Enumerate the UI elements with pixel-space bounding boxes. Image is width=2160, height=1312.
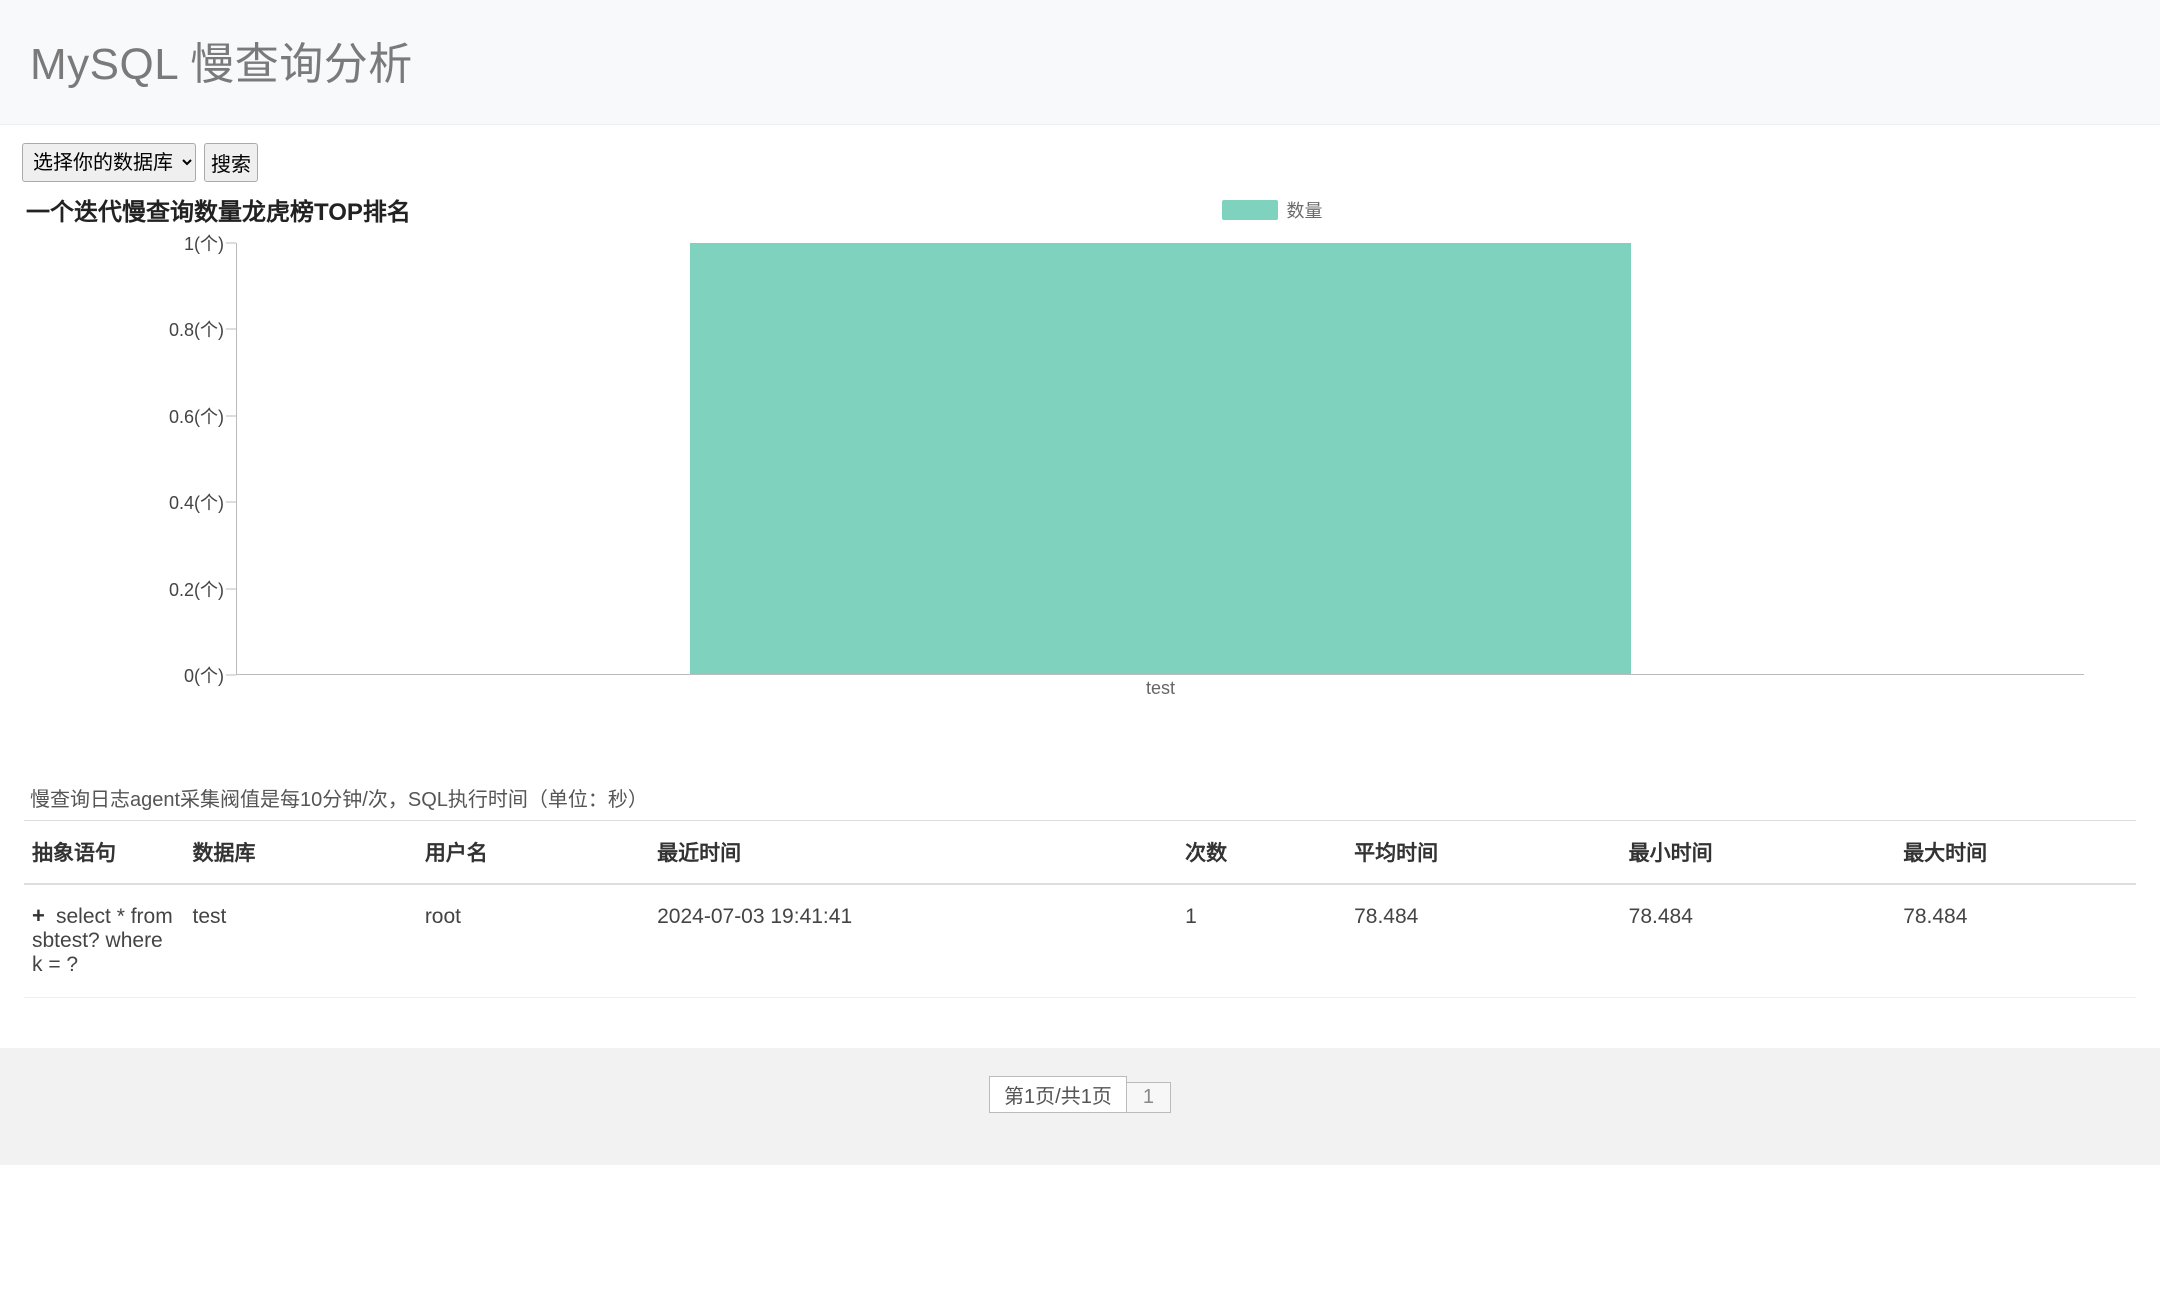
cell-user: root: [417, 884, 649, 998]
table-row: +select * from sbtest? where k = ?testro…: [24, 884, 2136, 998]
th-sql: 抽象语句: [24, 821, 185, 885]
controls-bar: 选择你的数据库 搜索: [0, 125, 2160, 192]
note-text: 慢查询日志agent采集阀值是每10分钟/次，SQL执行时间（单位：秒）: [0, 725, 2160, 816]
th-max: 最大时间: [1895, 821, 2136, 885]
cell-recent: 2024-07-03 19:41:41: [649, 884, 1177, 998]
y-tick-mark: [226, 588, 236, 589]
th-user: 用户名: [417, 821, 649, 885]
cell-max: 78.484: [1895, 884, 2136, 998]
y-tick-label: 0.2(个): [169, 576, 224, 602]
y-tick-mark: [226, 415, 236, 416]
page-title: MySQL 慢查询分析: [30, 28, 2130, 92]
chart-plot: test: [236, 243, 2084, 675]
page-number[interactable]: 1: [1126, 1082, 1171, 1113]
cell-sql: +select * from sbtest? where k = ?: [24, 884, 185, 998]
chart-title: 一个迭代慢查询数量龙虎榜TOP排名: [26, 192, 411, 227]
y-tick-label: 1(个): [184, 230, 224, 256]
chart-block: 一个迭代慢查询数量龙虎榜TOP排名 数量 0(个) 0.2(个) 0.4(个) 0.6…: [0, 192, 2160, 725]
search-button[interactable]: 搜索: [204, 143, 258, 182]
db-select[interactable]: 选择你的数据库: [22, 143, 196, 182]
chart-legend: 数量: [411, 197, 2134, 223]
page-info: 第1页/共1页: [989, 1076, 1127, 1113]
th-db: 数据库: [185, 821, 417, 885]
chart-y-axis: 0(个)0.2(个)0.4(个)0.6(个)0.8(个)1(个): [38, 243, 236, 675]
x-tick-label: test: [1146, 674, 1175, 699]
pagination: 第1页/共1页1: [0, 1048, 2160, 1165]
sql-text: select * from sbtest? where k = ?: [32, 905, 173, 976]
cell-db: test: [185, 884, 417, 998]
y-tick-mark: [226, 243, 236, 244]
th-avg: 平均时间: [1346, 821, 1621, 885]
table-header-row: 抽象语句 数据库 用户名 最近时间 次数 平均时间 最小时间 最大时间: [24, 821, 2136, 885]
chart-header: 一个迭代慢查询数量龙虎榜TOP排名 数量: [26, 192, 2134, 227]
th-recent: 最近时间: [649, 821, 1177, 885]
th-count: 次数: [1177, 821, 1346, 885]
y-tick-mark: [226, 329, 236, 330]
cell-count: 1: [1177, 884, 1346, 998]
cell-min: 78.484: [1621, 884, 1896, 998]
y-tick-label: 0(个): [184, 662, 224, 688]
chart-area: 0(个)0.2(个)0.4(个)0.6(个)0.8(个)1(个) test: [38, 235, 2122, 715]
chart-bar: [690, 243, 1632, 674]
th-min: 最小时间: [1621, 821, 1896, 885]
y-tick-mark: [226, 502, 236, 503]
slow-query-table: 抽象语句 数据库 用户名 最近时间 次数 平均时间 最小时间 最大时间 +sel…: [24, 820, 2136, 998]
y-tick-label: 0.4(个): [169, 489, 224, 515]
legend-label: 数量: [1286, 197, 1322, 223]
y-tick-label: 0.6(个): [169, 403, 224, 429]
y-tick-mark: [226, 675, 236, 676]
y-tick-label: 0.8(个): [169, 316, 224, 342]
legend-swatch-icon: [1222, 200, 1278, 220]
page-header: MySQL 慢查询分析: [0, 0, 2160, 125]
expand-icon[interactable]: +: [32, 905, 50, 927]
cell-avg: 78.484: [1346, 884, 1621, 998]
